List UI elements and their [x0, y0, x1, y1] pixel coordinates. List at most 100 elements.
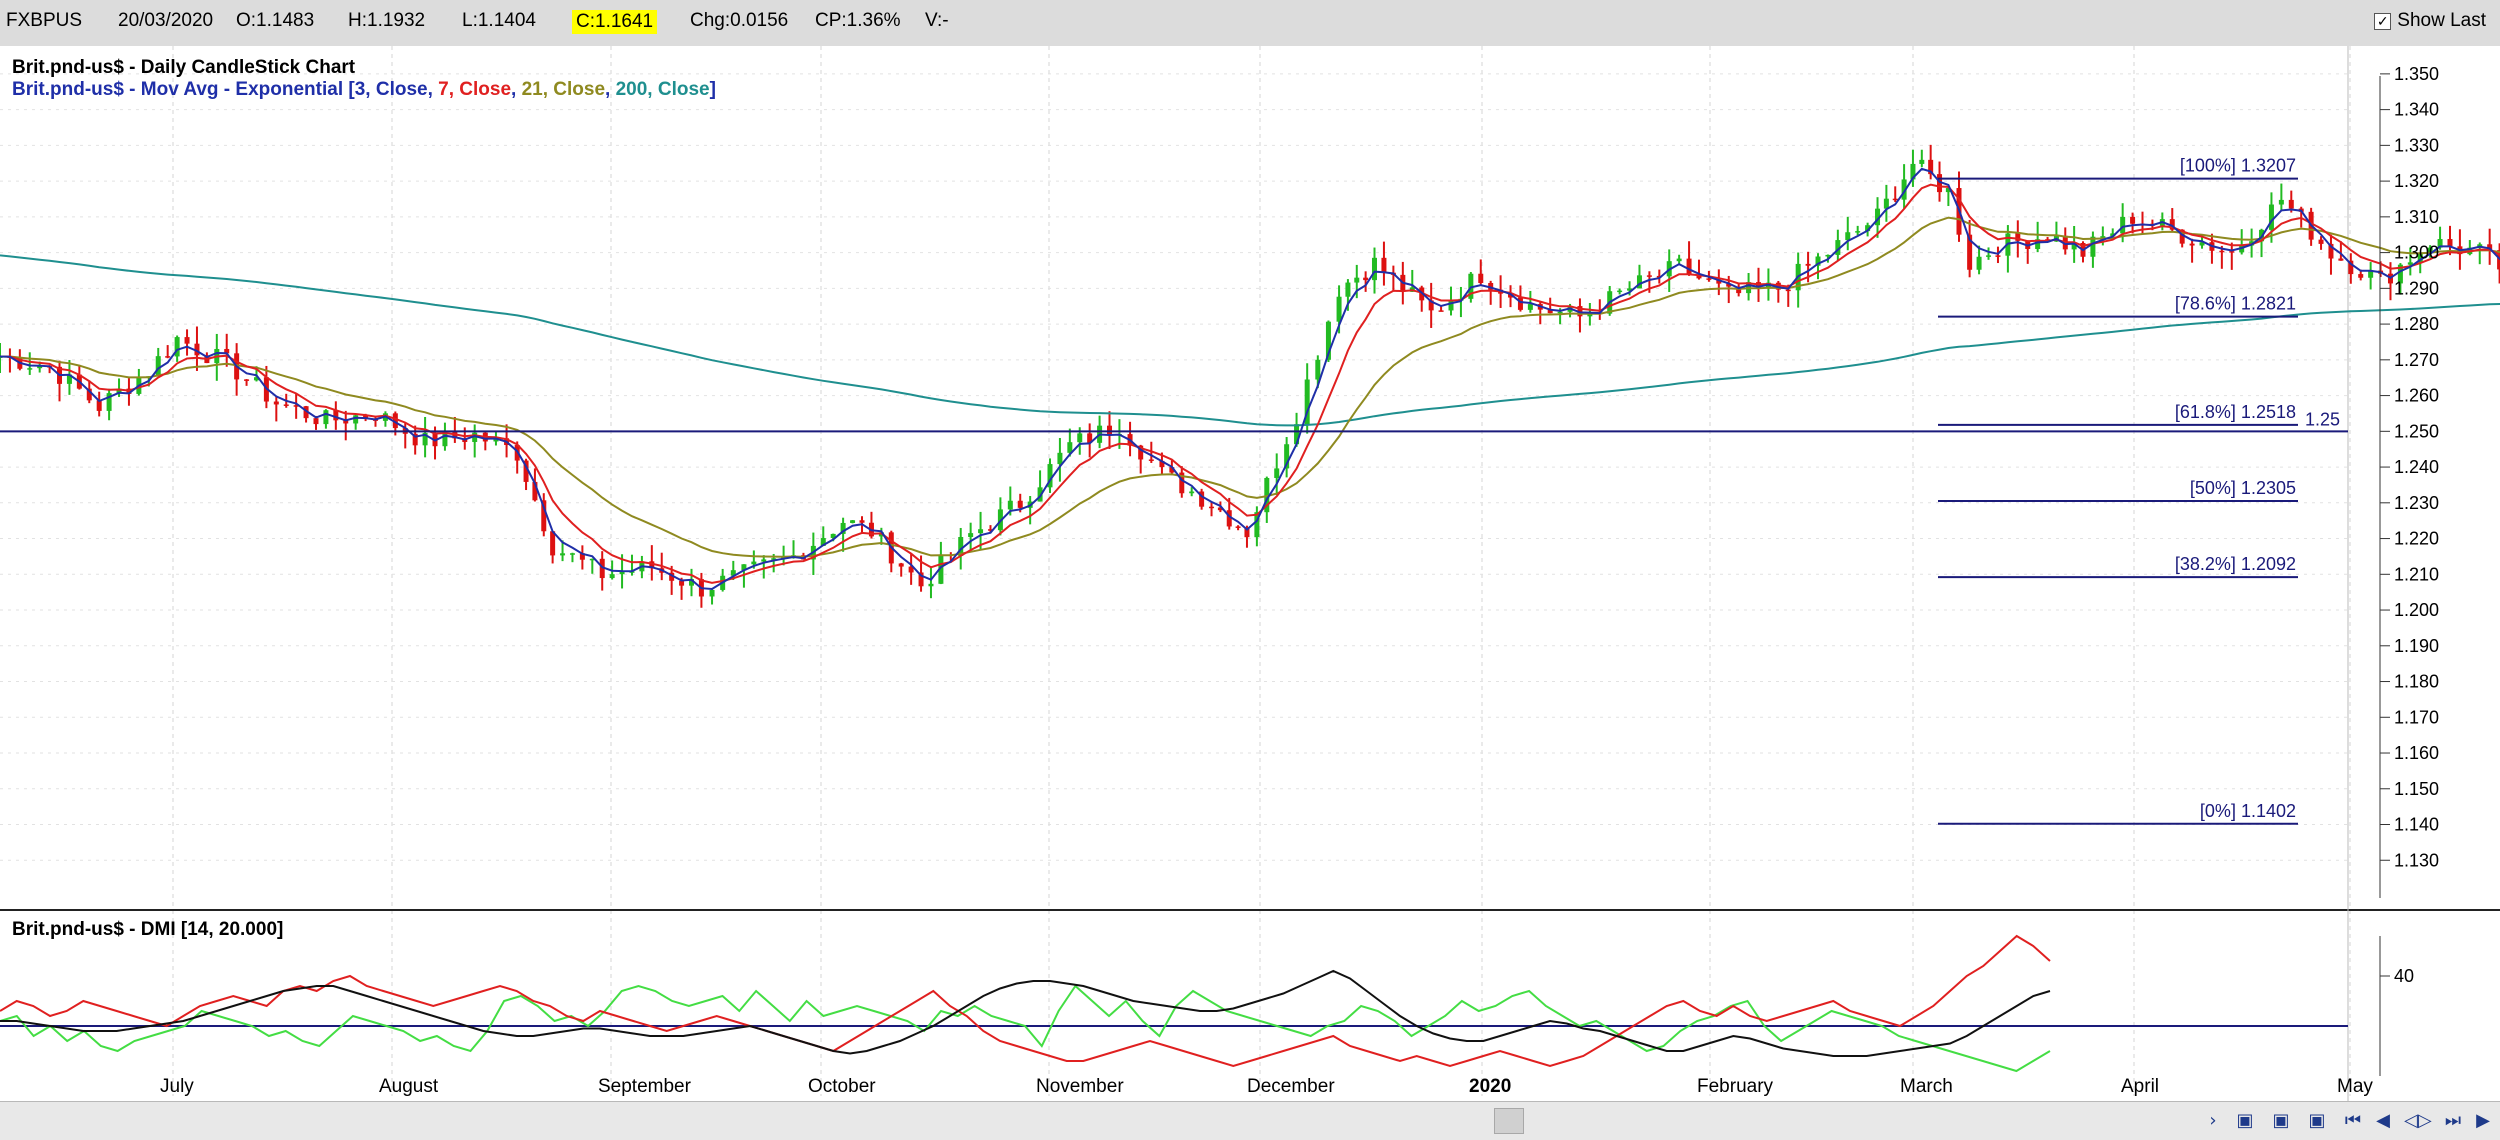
candle-body: [165, 356, 171, 358]
candle-body: [928, 583, 934, 587]
candle-body: [1617, 290, 1623, 293]
tool-button-3[interactable]: ▣: [2304, 1109, 2330, 1133]
candle-body: [1381, 257, 1387, 273]
candle-body: [1007, 500, 1013, 510]
chart-area[interactable]: 1.25 [100%] 1.3207 [78.6%] 1.2821 [61.8%] 1…: [0, 46, 2500, 1101]
nav-first-button[interactable]: ⏮: [2340, 1109, 2366, 1133]
x-tick-label: December: [1247, 1076, 1335, 1097]
candle-body: [1354, 277, 1360, 283]
dmi-y-tick-label: 40: [2394, 966, 2414, 986]
y-tick-label: 1.190: [2394, 636, 2439, 656]
y-tick-label: 1.290: [2394, 278, 2439, 298]
candle-body: [1855, 231, 1861, 233]
show-last-checkbox[interactable]: ✓: [2374, 12, 2392, 30]
candle-body: [1986, 255, 1992, 257]
tool-button-1[interactable]: ▣: [2232, 1109, 2258, 1133]
x-tick-label: August: [379, 1076, 439, 1097]
y-tick-label: 1.130: [2394, 850, 2439, 870]
candle-body: [1438, 310, 1444, 312]
x-tick-label: October: [808, 1076, 876, 1097]
candle-body: [1676, 258, 1682, 262]
nav-last-button[interactable]: ⏭: [2440, 1109, 2466, 1133]
candle-body: [1336, 296, 1342, 322]
x-tick-label: April: [2121, 1076, 2159, 1097]
candle-body: [2338, 258, 2344, 261]
x-tick-label: February: [1697, 1076, 1774, 1097]
candle-body: [2447, 239, 2453, 247]
candle-body: [323, 410, 329, 425]
candle-body: [978, 529, 984, 534]
candle-body: [550, 531, 556, 556]
candle-body: [1363, 277, 1369, 281]
fibonacci-level-label: [50%] 1.2305: [2190, 478, 2296, 498]
candle-body: [1209, 506, 1215, 509]
y-tick-label: 1.230: [2394, 493, 2439, 513]
nav-next-button[interactable]: ▶: [2470, 1109, 2496, 1133]
y-tick-label: 1.200: [2394, 600, 2439, 620]
y-tick-label: 1.210: [2394, 564, 2439, 584]
y-tick-label: 1.350: [2394, 64, 2439, 84]
scroll-right-button[interactable]: ›: [2200, 1109, 2226, 1133]
candle-body: [353, 415, 359, 424]
y-tick-label: 1.310: [2394, 207, 2439, 227]
candle-body: [1892, 198, 1898, 201]
fibonacci-level-label: [0%] 1.1402: [2200, 801, 2296, 821]
candle-body: [560, 553, 566, 556]
y-tick-label: 1.220: [2394, 529, 2439, 549]
candle-body: [1805, 263, 1811, 266]
x-tick-label: November: [1036, 1076, 1124, 1097]
candle-body: [2189, 243, 2195, 246]
show-last-label: Show Last: [2397, 10, 2486, 31]
candle-body: [1785, 289, 1791, 292]
candle-body: [1686, 258, 1692, 275]
candle-body: [1148, 459, 1154, 461]
candle-body: [1919, 159, 1925, 164]
y-tick-label: 1.280: [2394, 314, 2439, 334]
low-value: L:1.1404: [462, 10, 536, 31]
change-pct-value: CP:1.36%: [815, 10, 901, 31]
candle-body: [1189, 491, 1195, 494]
info-bar: FXBPUS 20/03/2020 O:1.1483 H:1.1932 L:1.…: [0, 0, 2500, 47]
candle-body: [155, 356, 161, 377]
fibonacci-level-label: [61.8%] 1.2518: [2175, 402, 2296, 422]
date-label: 20/03/2020: [118, 10, 214, 31]
fibonacci-level-label: [100%] 1.3207: [2180, 156, 2296, 176]
candle-body: [27, 368, 33, 370]
y-tick-label: 1.250: [2394, 421, 2439, 441]
volume-value: V:-: [925, 10, 949, 31]
nav-prev-button[interactable]: ◀: [2370, 1109, 2396, 1133]
candle-body: [968, 533, 974, 538]
candle-body: [2407, 262, 2413, 265]
nav-split-button[interactable]: ◁▷: [2404, 1109, 2432, 1133]
tool-button-2[interactable]: ▣: [2268, 1109, 2294, 1133]
scroll-thumb[interactable]: [1494, 1108, 1524, 1134]
horizontal-scrollbar[interactable]: › ▣ ▣ ▣ ⏮ ◀ ◁▷ ⏭ ▶: [0, 1101, 2500, 1140]
candle-body: [1235, 526, 1241, 528]
symbol-label: FXBPUS: [6, 10, 83, 31]
candle-body: [1995, 255, 2001, 257]
y-tick-label: 1.260: [2394, 386, 2439, 406]
fibonacci-level-label: [38.2%] 1.2092: [2175, 554, 2296, 574]
high-value: H:1.1932: [348, 10, 426, 31]
candle-body: [283, 404, 289, 406]
y-tick-label: 1.160: [2394, 743, 2439, 763]
candle-body: [2358, 274, 2364, 278]
dmi-title: Brit.pnd-us$ - DMI [14, 20.000]: [12, 919, 283, 940]
candle-body: [184, 337, 190, 344]
candle-body: [2120, 216, 2126, 234]
x-tick-label: July: [160, 1076, 194, 1097]
show-last-toggle[interactable]: ✓ Show Last: [2374, 10, 2486, 32]
candle-body: [1017, 500, 1023, 508]
candle-body: [2268, 204, 2274, 230]
candle-body: [273, 401, 279, 405]
candle-body: [1976, 256, 1982, 270]
candle-body: [898, 563, 904, 567]
candle-body: [761, 559, 767, 562]
y-tick-label: 1.170: [2394, 707, 2439, 727]
y-tick-label: 1.240: [2394, 457, 2439, 477]
x-tick-label: March: [1900, 1076, 1953, 1097]
candle-body: [244, 379, 250, 381]
chart-title: Brit.pnd-us$ - Daily CandleStick Chart: [12, 57, 356, 78]
candle-body: [2318, 239, 2324, 244]
candle-body: [709, 589, 715, 597]
